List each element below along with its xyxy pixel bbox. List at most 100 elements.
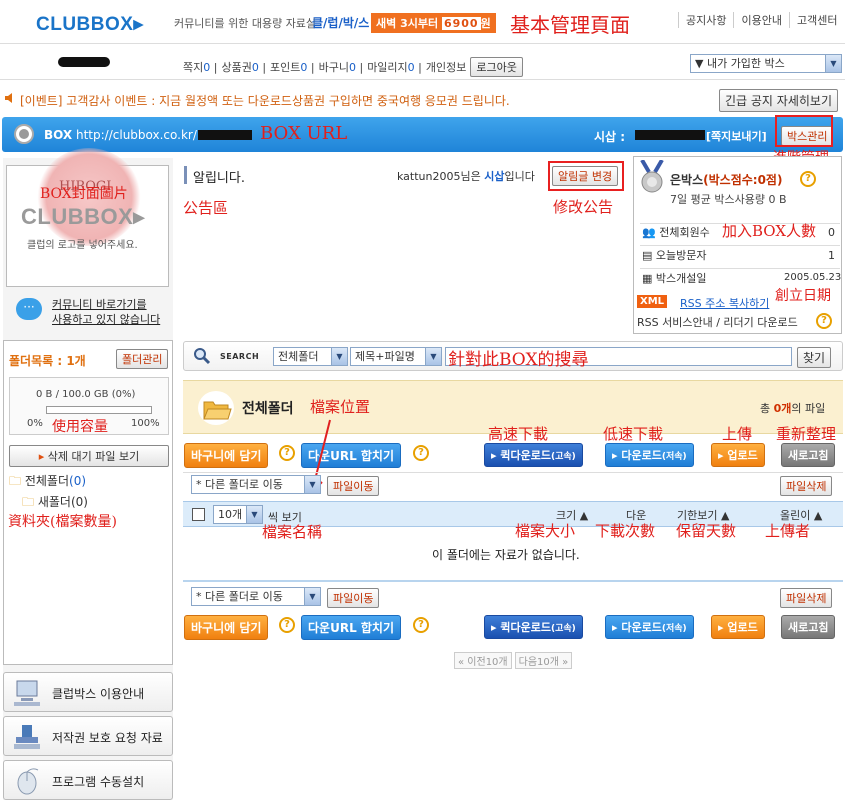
refresh-button[interactable]: 새로고침 bbox=[781, 443, 836, 467]
delete-waiting-button[interactable]: ▸ 삭제 대기 파일 보기 bbox=[9, 445, 169, 467]
guide-button[interactable]: 클럽박스 이용안내 bbox=[3, 672, 173, 712]
manual-install-button[interactable]: 프로그램 수동설치 bbox=[3, 760, 173, 800]
help-icon[interactable]: ? bbox=[413, 445, 429, 461]
rss-guide-link[interactable]: RSS 서비스안내 / 리더기 다운로드 bbox=[637, 314, 798, 330]
search-field-select[interactable]: 제목+파일명 ▼ bbox=[350, 347, 442, 366]
notice-link[interactable]: 공지사항 bbox=[678, 12, 733, 28]
my-boxes-select[interactable]: ▼ 내가 가입한 박스 ▼ bbox=[690, 54, 842, 73]
stats-divider bbox=[640, 245, 840, 246]
guide-label: 클럽박스 이용안내 bbox=[52, 687, 145, 701]
nav-messages[interactable]: 쪽지0 | bbox=[183, 59, 217, 75]
visitor-icon: ▤ bbox=[642, 249, 653, 262]
chat-bubble-icon: ··· bbox=[16, 298, 42, 320]
stat-created: ▦ 박스개설일 bbox=[642, 272, 707, 285]
nav-basket[interactable]: 바구니0 | bbox=[319, 59, 364, 75]
usage-max: 100% bbox=[131, 418, 160, 429]
redacted-box-id bbox=[198, 130, 252, 140]
usage-text: 0 B / 100.0 GB (0%) bbox=[36, 389, 136, 400]
calendar-icon: ▦ bbox=[642, 272, 653, 285]
announcement-marker bbox=[184, 166, 187, 184]
promo-badge[interactable]: 새벽 3시부터 6900 원 bbox=[371, 13, 496, 33]
current-folder-name: 전체폴더 bbox=[242, 401, 294, 417]
box-url[interactable]: http://clubbox.co.kr/ bbox=[76, 128, 197, 142]
download-button[interactable]: ▸ 다운로드(저속) bbox=[605, 443, 694, 467]
play-icon: ▸ bbox=[612, 621, 618, 634]
play-icon: ▸ bbox=[491, 449, 497, 462]
help-icon[interactable]: ? bbox=[279, 445, 295, 461]
search-button[interactable]: 찾기 bbox=[797, 347, 832, 368]
chevron-down-icon: ▼ bbox=[304, 476, 320, 493]
download-button-bottom[interactable]: ▸ 다운로드(저속) bbox=[605, 615, 694, 639]
prev-page-button[interactable]: « 이전10개 bbox=[454, 652, 512, 669]
select-all-checkbox[interactable] bbox=[192, 508, 205, 521]
quick-download-button[interactable]: ▸ 퀵다운로드(고속) bbox=[484, 443, 583, 467]
highlight-edit-announcement bbox=[548, 161, 624, 191]
event-notice-link[interactable]: [이벤트] 고객감사 이벤트 : 지금 월정액 또는 다운로드상품권 구입하면 … bbox=[20, 92, 510, 109]
tagline: 커뮤니티를 위한 대용량 자료실 bbox=[174, 17, 317, 30]
folder-tree-root[interactable]: 🗀 전체폴더(0) bbox=[9, 472, 86, 493]
stats-divider bbox=[640, 268, 840, 269]
clubbox-logo[interactable]: CLUBBOX▸ bbox=[36, 13, 144, 36]
annotation-announcement-area: 公告區 bbox=[183, 199, 229, 217]
move-folder-select[interactable]: * 다른 폴더로 이동 ▼ bbox=[191, 475, 321, 494]
stat-visitors: ▤ 오늘방문자 bbox=[642, 249, 707, 262]
annotation-refresh: 重新整理 bbox=[776, 425, 837, 443]
refresh-button-bottom[interactable]: 새로고침 bbox=[781, 615, 836, 639]
support-link[interactable]: 고객센터 bbox=[788, 12, 844, 28]
folder-list-title: 폴더목록 : 1개 bbox=[9, 354, 86, 368]
usage-bar bbox=[46, 406, 152, 414]
notice-bar: [이벤트] 고객감사 이벤트 : 지금 월정액 또는 다운로드상품권 구입하면 … bbox=[0, 84, 845, 114]
top-bar: CLUBBOX▸ 커뮤니티를 위한 대용량 자료실 클/럽/박/스 새벽 3시부… bbox=[0, 0, 845, 44]
annotation-fast-download: 高速下載 bbox=[488, 425, 549, 443]
next-page-button[interactable]: 다음10개 » bbox=[514, 652, 573, 669]
annotation-box-url: BOX URL bbox=[260, 123, 348, 144]
copyright-button[interactable]: 저작권 보호 요청 자료 bbox=[3, 716, 173, 756]
community-shortcut[interactable]: ··· 커뮤니티 바로가기를 사용하고 있지 않습니다 bbox=[6, 290, 169, 332]
add-to-basket-button-bottom[interactable]: 바구니에 담기 bbox=[184, 615, 269, 640]
help-icon[interactable]: ? bbox=[816, 313, 832, 329]
upload-button[interactable]: ▸ 업로드 bbox=[711, 443, 765, 467]
play-icon: ▸ bbox=[612, 449, 618, 462]
cover-caption: 클럽의 로고를 넣어주세요. bbox=[27, 240, 138, 251]
search-scope-select[interactable]: 전체폴더 ▼ bbox=[273, 347, 348, 366]
send-message-link[interactable]: [쪽지보내기] bbox=[706, 128, 767, 144]
computer-icon bbox=[12, 679, 42, 707]
nav-items: 쪽지0 | 상품권0 | 포인트0 | 바구니0 | 마일리지0 | 개인정보 … bbox=[183, 57, 523, 77]
annotation-edit-announcement: 修改公告 bbox=[553, 198, 614, 216]
stat-visitors-value: 1 bbox=[828, 249, 835, 262]
move-file-button[interactable]: 파일이동 bbox=[327, 476, 380, 496]
open-folder-icon bbox=[198, 391, 234, 425]
annotation-col-uploader: 上傳者 bbox=[765, 522, 811, 540]
quick-download-button-bottom[interactable]: ▸ 퀵다운로드(고속) bbox=[484, 615, 583, 639]
add-to-basket-button[interactable]: 바구니에 담기 bbox=[184, 443, 269, 468]
rss-copy-link[interactable]: RSS 주소 복사하기 bbox=[680, 295, 769, 311]
chevron-down-icon: ▼ bbox=[425, 348, 441, 365]
annotation-members: 加入BOX人數 bbox=[722, 222, 817, 240]
folder-manage-button[interactable]: 폴더관리 bbox=[116, 349, 169, 369]
guide-link[interactable]: 이용안내 bbox=[733, 12, 788, 28]
delete-file-button-bottom[interactable]: 파일삭제 bbox=[780, 588, 833, 608]
move-file-button-bottom[interactable]: 파일이동 bbox=[327, 588, 380, 608]
nav-mileage[interactable]: 마일리지0 | bbox=[367, 59, 422, 75]
help-icon[interactable]: ? bbox=[413, 617, 429, 633]
logout-button[interactable]: 로그아웃 bbox=[470, 57, 523, 77]
annotation-col-downloads: 下載次數 bbox=[595, 522, 656, 540]
help-icon[interactable]: ? bbox=[800, 171, 816, 187]
avg-usage: 7일 평균 박스사용량 0 B bbox=[670, 193, 787, 206]
annotation-slow-download: 低速下載 bbox=[603, 425, 664, 443]
move-folder-select-bottom[interactable]: * 다른 폴더로 이동 ▼ bbox=[191, 587, 321, 606]
search-input[interactable]: 針對此BOX的搜尋 bbox=[445, 347, 792, 370]
total-files: 총 0개의 파일 bbox=[760, 402, 826, 415]
nav-giftcards[interactable]: 상품권0 | bbox=[221, 59, 266, 75]
nav-points[interactable]: 포인트0 | bbox=[270, 59, 315, 75]
help-icon[interactable]: ? bbox=[279, 617, 295, 633]
urgent-notice-button[interactable]: 긴급 공지 자세히보기 bbox=[719, 89, 838, 112]
nav-profile[interactable]: 개인정보 bbox=[426, 59, 466, 75]
usage-min: 0% bbox=[27, 418, 43, 429]
upload-button-bottom[interactable]: ▸ 업로드 bbox=[711, 615, 765, 639]
delete-file-button[interactable]: 파일삭제 bbox=[780, 476, 833, 496]
per-page-select[interactable]: 10개 ▼ bbox=[213, 505, 263, 524]
redacted-username bbox=[58, 57, 110, 67]
stat-members-value: 0 bbox=[828, 226, 835, 239]
merge-url-button-bottom[interactable]: 다운URL 합치기 bbox=[301, 615, 402, 640]
